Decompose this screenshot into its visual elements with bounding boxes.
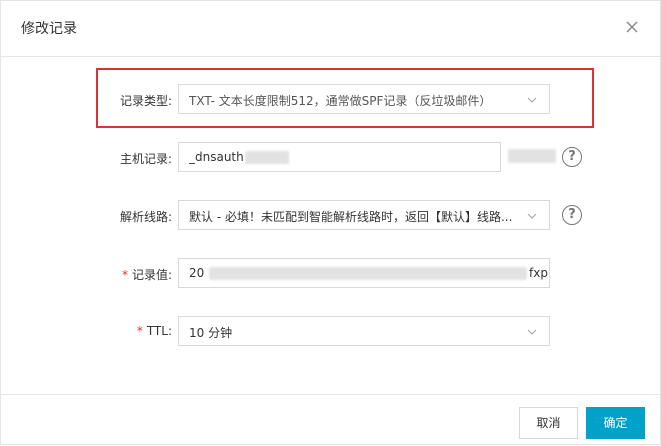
record-type-label: 记录类型:	[119, 94, 172, 108]
record-value-start: 20	[189, 266, 205, 280]
confirm-button[interactable]: 确定	[586, 407, 645, 439]
chevron-down-icon	[525, 208, 539, 222]
resolution-line-select[interactable]: 默认 - 必填！未匹配到智能解析线路时，返回【默认】线路...	[178, 200, 550, 230]
ttl-label: * TTL:	[136, 324, 172, 338]
record-value-input[interactable]: 20 fxp	[178, 258, 550, 288]
dialog-title: 修改记录	[21, 21, 77, 37]
required-mark: *	[121, 268, 128, 282]
dialog-header: 修改记录	[1, 1, 661, 57]
host-record-label: 主机记录:	[119, 152, 172, 166]
record-type-value: TXT- 文本长度限制512，通常做SPF记录（反垃圾邮件）	[189, 94, 492, 108]
resolution-line-value: 默认 - 必填！未匹配到智能解析线路时，返回【默认】线路...	[189, 210, 513, 224]
help-icon-host[interactable]: ?	[562, 147, 582, 167]
ttl-value: 10 分钟	[189, 326, 233, 340]
resolution-line-label: 解析线路:	[119, 210, 172, 224]
host-record-input[interactable]: _dnsauth	[178, 142, 501, 172]
record-value-label: * 记录值:	[121, 268, 172, 282]
redacted-host-part	[245, 151, 289, 164]
cancel-button[interactable]: 取消	[519, 407, 578, 439]
edit-record-dialog: 修改记录 记录类型: TXT- 文本长度限制512，通常做SPF记录（反垃圾邮件…	[0, 0, 661, 445]
required-mark: *	[136, 324, 143, 338]
help-icon-line[interactable]: ?	[562, 205, 582, 225]
host-record-value: _dnsauth	[189, 150, 244, 164]
close-icon[interactable]	[621, 16, 643, 38]
redacted-record-value	[209, 267, 527, 280]
record-value-end: fxp	[529, 266, 548, 280]
chevron-down-icon	[525, 92, 539, 106]
ttl-select[interactable]: 10 分钟	[178, 316, 550, 346]
chevron-down-icon	[525, 324, 539, 338]
record-type-select[interactable]: TXT- 文本长度限制512，通常做SPF记录（反垃圾邮件）	[178, 84, 550, 114]
redacted-domain-suffix	[508, 149, 556, 163]
dialog-footer: 取消 确定	[1, 394, 661, 446]
